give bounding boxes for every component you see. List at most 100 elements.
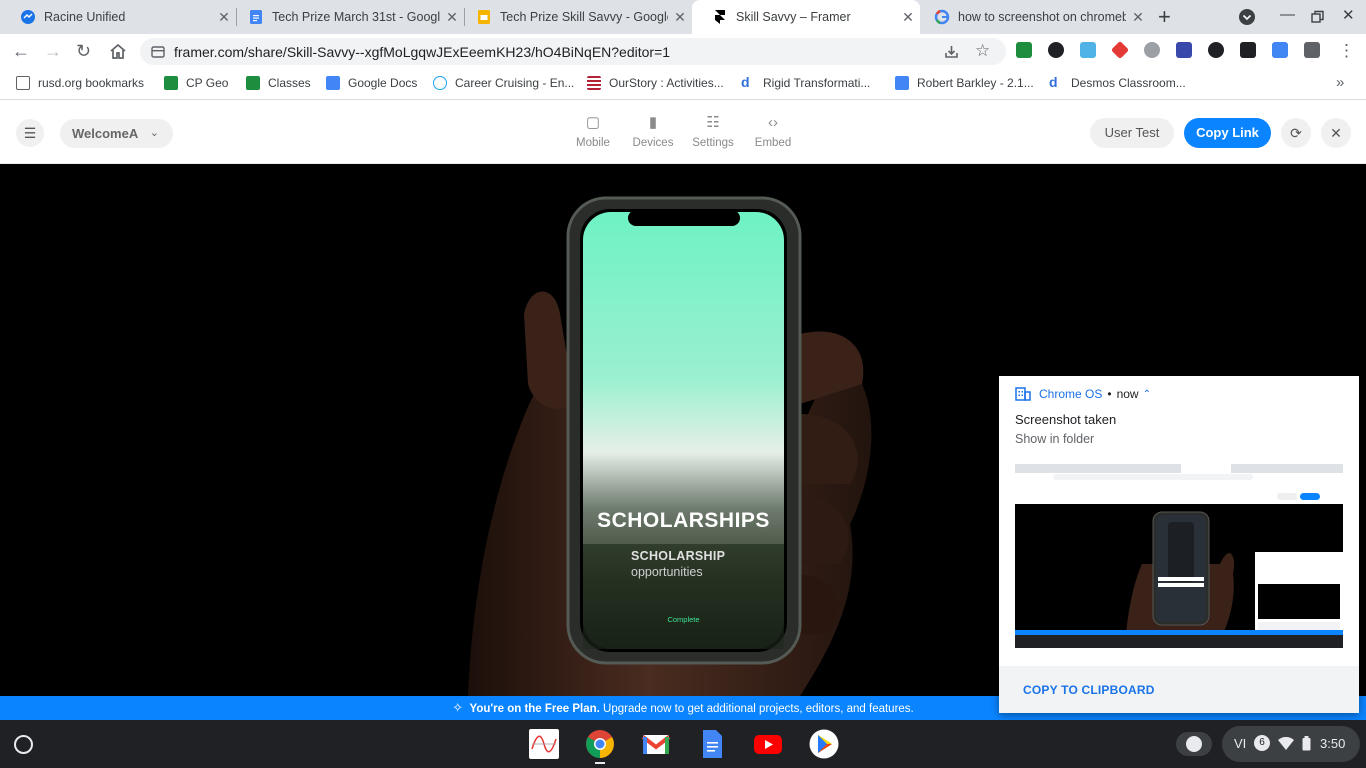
bookmark-rigid-transformations[interactable]: d Rigid Transformati... <box>741 74 870 90</box>
battery-icon <box>1302 736 1311 751</box>
tab-strip: Racine Unified ✕ Tech Prize March 31st -… <box>0 0 1366 34</box>
racine-unified-favicon <box>21 10 35 24</box>
chromeos-shelf: VI 6 3:50 <box>0 720 1366 768</box>
mote-ext-icon[interactable] <box>1208 42 1224 58</box>
ime-indicator: VI <box>1234 736 1247 751</box>
close-tab-icon[interactable]: ✕ <box>668 9 692 26</box>
forward-icon[interactable]: → <box>44 41 62 62</box>
bookmark-star-icon[interactable]: ☆ <box>975 41 990 61</box>
devices-tool[interactable]: ▮ Devices <box>623 114 683 149</box>
building-icon <box>1015 387 1031 401</box>
phone-screen-title: SCHOLARSHIPS <box>597 509 770 532</box>
embed-code-icon: ‹› <box>768 114 778 131</box>
status-area[interactable]: VI 6 3:50 <box>1222 726 1360 762</box>
bookmarks-bar: rusd.org bookmarks CP Geo Classes Google… <box>0 68 1366 100</box>
folder-icon <box>16 76 30 90</box>
us-flag-icon <box>587 76 601 90</box>
youtube-icon[interactable] <box>753 729 783 759</box>
cloud-ext-icon[interactable] <box>1080 42 1096 58</box>
collapse-chevron-icon[interactable]: ⌃ <box>1143 389 1151 400</box>
extensions-puzzle-icon[interactable] <box>1304 42 1320 58</box>
tab-title: Racine Unified <box>44 10 126 24</box>
free-plan-text: Upgrade now to get additional projects, … <box>599 703 914 715</box>
framer-favicon <box>715 10 725 24</box>
gmail-icon[interactable] <box>641 729 671 759</box>
sparkle-icon: ✧ <box>452 700 464 715</box>
desmos-icon: d <box>1049 74 1058 90</box>
classroom-icon <box>246 76 260 90</box>
notification-footer: COPY TO CLIPBOARD <box>999 666 1359 713</box>
chrome-active-indicator <box>595 762 605 764</box>
chrome-icon[interactable] <box>585 729 615 759</box>
site-info-icon[interactable] <box>151 45 165 59</box>
phone-screen-subtitle: SCHOLARSHIP <box>631 549 726 563</box>
screencastify-ext-icon[interactable] <box>1048 42 1064 58</box>
refresh-preview-icon[interactable]: ⟳ <box>1281 118 1311 148</box>
new-tab-icon[interactable]: + <box>1158 4 1171 30</box>
copy-link-button[interactable]: Copy Link <box>1184 118 1271 148</box>
copy-to-clipboard-button[interactable]: COPY TO CLIPBOARD <box>1023 683 1155 697</box>
back-icon[interactable]: ← <box>12 41 30 62</box>
google-docs-app-icon[interactable] <box>697 729 727 759</box>
bookmark-career-cruising[interactable]: Career Cruising - En... <box>433 76 574 90</box>
chrome-menu-icon[interactable]: ⋮ <box>1338 41 1355 61</box>
tab-search-icon[interactable] <box>1238 8 1256 26</box>
bookmark-desmos-classroom[interactable]: d Desmos Classroom... <box>1049 74 1186 90</box>
phone-screen-subtitle-2: opportunities <box>631 565 703 579</box>
spy-ext-icon[interactable] <box>1240 42 1256 58</box>
tab-title: Tech Prize March 31st - Google Docs <box>272 10 440 24</box>
bookmark-cp-geo[interactable]: CP Geo <box>164 76 228 90</box>
phone-complete-button[interactable]: Complete <box>583 615 784 624</box>
wifi-icon <box>1278 737 1294 750</box>
classroom-icon <box>164 76 178 90</box>
home-icon[interactable] <box>109 43 127 60</box>
close-window-icon[interactable]: ✕ <box>1342 6 1355 24</box>
bookmark-ourstory[interactable]: OurStory : Activities... <box>587 76 724 90</box>
chevron-down-icon: ⌄ <box>149 127 159 139</box>
graph-app-icon[interactable] <box>529 729 559 759</box>
read-write-ext-icon[interactable] <box>1176 42 1192 58</box>
tab-skill-savvy-framer[interactable]: Skill Savvy – Framer ✕ <box>692 0 920 34</box>
notification-title: Screenshot taken <box>1015 412 1117 427</box>
tab-tech-prize-slides[interactable]: Tech Prize Skill Savvy - Google Slides ✕ <box>456 0 692 34</box>
close-preview-icon[interactable]: ✕ <box>1321 118 1351 148</box>
tab-title: how to screenshot on chromebook <box>958 10 1126 24</box>
tab-how-to-screenshot[interactable]: how to screenshot on chromebook ✕ <box>914 0 1150 34</box>
free-plan-bold: You're on the Free Plan. <box>469 703 600 715</box>
google-translate-ext-icon[interactable] <box>1272 42 1288 58</box>
bookmark-robert-barkley[interactable]: Robert Barkley - 2.1... <box>895 76 1034 90</box>
notification-action[interactable]: Show in folder <box>1015 432 1094 446</box>
tab-racine-unified[interactable]: Racine Unified ✕ <box>0 0 236 34</box>
more-bookmarks-icon[interactable]: » <box>1336 74 1344 91</box>
project-selector[interactable]: WelcomeA ⌄ <box>60 119 173 148</box>
address-bar[interactable]: framer.com/share/Skill-Savvy--xgfMoLgqwJ… <box>140 38 1006 65</box>
close-tab-icon[interactable]: ✕ <box>1126 9 1150 26</box>
devices-icon: ▮ <box>648 114 658 131</box>
desmos-icon: d <box>741 74 750 90</box>
mobile-icon: ▢ <box>585 114 601 131</box>
google-classroom-ext-icon[interactable] <box>1016 42 1032 58</box>
settings-tool[interactable]: ☷ Settings <box>683 114 743 149</box>
screenshot-thumbnail <box>1015 464 1343 648</box>
play-store-icon[interactable] <box>809 729 839 759</box>
bookmark-classes[interactable]: Classes <box>246 76 311 90</box>
google-docs-icon <box>326 76 340 90</box>
install-app-icon[interactable] <box>944 44 959 59</box>
bookmark-google-docs[interactable]: Google Docs <box>326 76 417 90</box>
clock: 3:50 <box>1320 736 1346 751</box>
restore-icon[interactable] <box>1311 10 1325 24</box>
mobile-tool[interactable]: ▢ Mobile <box>563 114 623 149</box>
hamburger-menu-icon[interactable]: ☰ <box>16 119 44 147</box>
tab-tech-prize-doc[interactable]: Tech Prize March 31st - Google Docs ✕ <box>228 0 464 34</box>
embed-tool[interactable]: ‹› Embed <box>743 114 803 149</box>
google-docs-icon <box>895 76 909 90</box>
bookmark-rusd[interactable]: rusd.org bookmarks <box>16 76 144 90</box>
minimize-icon[interactable]: — <box>1280 6 1295 23</box>
settings-ext-icon[interactable] <box>1144 42 1160 58</box>
ruby-ext-icon[interactable] <box>1110 40 1130 60</box>
stylus-tools-button[interactable] <box>1176 732 1212 756</box>
user-test-button[interactable]: User Test <box>1090 118 1174 148</box>
launcher-icon[interactable] <box>14 735 33 754</box>
screenshot-notification[interactable]: Chrome OS • now ⌃ Screenshot taken Show … <box>999 376 1359 713</box>
reload-icon[interactable]: ↻ <box>76 41 91 62</box>
